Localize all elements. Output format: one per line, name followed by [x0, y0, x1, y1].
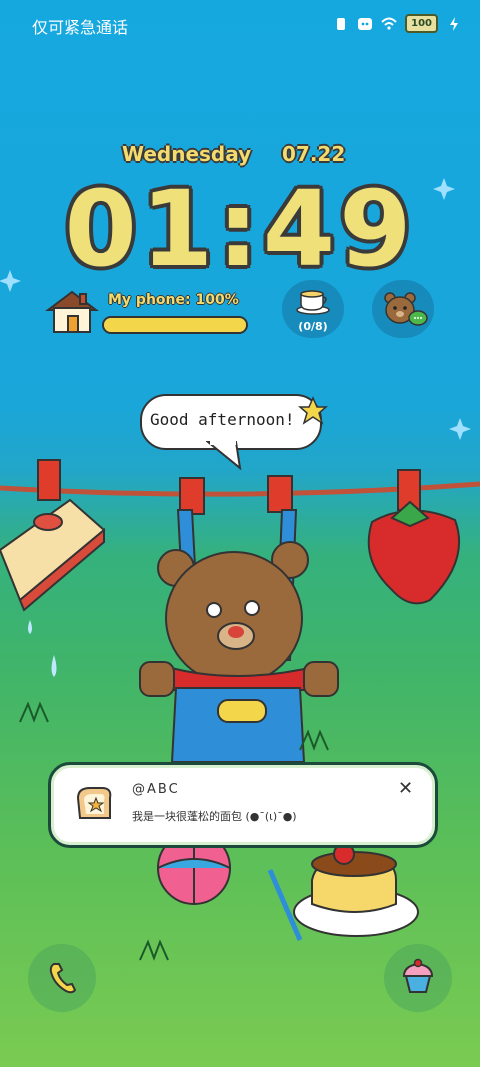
cake-slice: [0, 459, 106, 612]
cupcake-icon: [402, 958, 434, 993]
vibrate-icon: [337, 17, 346, 30]
charging-icon: [450, 16, 458, 31]
phone-icon: [49, 963, 77, 994]
status-text: 仅可紧急通话: [32, 18, 129, 37]
notification-body: 我是一块很蓬松的面包 (●¯(ι)¯●): [132, 810, 297, 823]
close-icon[interactable]: ✕: [398, 778, 413, 799]
cupcake-shortcut-button[interactable]: [384, 944, 452, 1012]
status-bar: 仅可紧急通话 100: [0, 0, 480, 48]
wifi-icon: [381, 17, 397, 30]
app-notification-icon: [358, 17, 373, 30]
status-icons: 100: [333, 14, 462, 33]
bread-icon: [76, 787, 112, 819]
battery-indicator: 100: [405, 14, 438, 33]
notification-title: @ABC: [132, 782, 180, 797]
phone-shortcut-button[interactable]: [28, 944, 96, 1012]
pudding: [267, 843, 419, 941]
bear: [139, 475, 339, 763]
sparkles-decoration: [0, 178, 471, 440]
